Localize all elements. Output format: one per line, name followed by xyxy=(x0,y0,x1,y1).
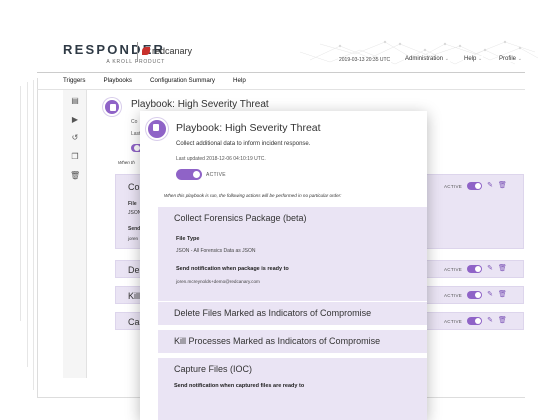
section-title: Collect Forensics Package (beta) xyxy=(174,213,307,223)
page-stack-edge xyxy=(27,82,28,367)
playbook-title: Playbook: High Severity Threat xyxy=(176,122,321,134)
playbook-icon xyxy=(103,98,121,116)
header-divider xyxy=(37,72,525,73)
playbook-detail-card: Playbook: High Severity Threat Collect a… xyxy=(140,111,427,420)
main-nav: Triggers Playbooks Configuration Summary… xyxy=(63,77,246,84)
document-icon[interactable]: ▤ xyxy=(70,96,80,106)
run-note: When this playbook is run, the following… xyxy=(164,193,342,198)
trash-icon[interactable]: 🗑 xyxy=(498,291,507,299)
section-title: Delete Files Marked as Indicators of Com… xyxy=(174,308,372,318)
menu-label: Profile xyxy=(499,56,517,62)
nav-triggers[interactable]: Triggers xyxy=(63,77,85,84)
active-label: ACTIVE xyxy=(444,266,463,272)
play-icon[interactable]: ▶ xyxy=(70,115,80,125)
nav-playbooks[interactable]: Playbooks xyxy=(103,77,132,84)
menu-profile[interactable]: Profile ⌄ xyxy=(498,56,523,62)
menu-help[interactable]: Help ⌄ xyxy=(463,56,484,62)
edit-icon[interactable]: ✎ xyxy=(487,182,493,190)
page-stack-edge xyxy=(33,80,34,390)
chevron-down-icon: ⌄ xyxy=(478,56,483,62)
trash-icon[interactable]: 🗑 xyxy=(70,171,80,181)
file-type-value: JSON - All Forensics Data as JSON xyxy=(176,248,256,254)
app-screen: RESPONDER A KROLL PRODUCT redcanary 2019… xyxy=(0,0,550,420)
back-description: Co xyxy=(131,119,138,125)
edit-icon[interactable]: ✎ xyxy=(487,317,493,325)
row-sub-label: File xyxy=(128,201,137,207)
row-sub-label: Send xyxy=(128,226,141,232)
menu-label: Help xyxy=(464,56,477,62)
section-title: Kill Processes Marked as Indicators of C… xyxy=(174,336,381,346)
active-toggle[interactable] xyxy=(467,317,483,325)
current-datetime: 2019-03-13 20:35 UTC xyxy=(338,57,392,63)
status-label: ACTIVE xyxy=(206,172,226,178)
active-toggle[interactable] xyxy=(467,291,483,299)
logo-subtext: A KROLL PRODUCT xyxy=(106,59,166,65)
active-label: ACTIVE xyxy=(444,292,463,298)
edit-icon[interactable]: ✎ xyxy=(487,291,493,299)
notify-label: Send notification when captured files ar… xyxy=(174,383,305,389)
back-when-note: When th xyxy=(118,160,135,165)
network-decoration xyxy=(300,40,539,65)
row-actions: ACTIVE ✎ 🗑 xyxy=(444,291,507,299)
trash-icon[interactable]: 🗑 xyxy=(498,317,507,325)
nav-divider xyxy=(37,89,525,90)
last-updated: Last updated 2018-12-06 04:10:19 UTC. xyxy=(176,156,266,162)
row-actions: ACTIVE ✎ 🗑 xyxy=(444,317,507,325)
notify-email: joren.mcreynolds+demo@redcanary.com xyxy=(176,279,260,284)
active-toggle[interactable] xyxy=(176,169,202,180)
row-actions: ACTIVE ✎ 🗑 xyxy=(444,182,507,190)
menu-administration[interactable]: Administration ⌄ xyxy=(404,56,450,62)
chevron-down-icon: ⌄ xyxy=(444,56,449,62)
section-kill-processes[interactable]: Kill Processes Marked as Indicators of C… xyxy=(158,330,427,354)
row-label: Kill xyxy=(128,291,141,301)
notify-label: Send notification when package is ready … xyxy=(176,266,289,272)
section-capture-files[interactable]: Capture Files (IOC) Send notification wh… xyxy=(158,358,427,420)
playbook-description: Collect additional data to inform incide… xyxy=(176,141,311,147)
file-type-label: File Type xyxy=(176,236,200,242)
logo-divider xyxy=(137,42,138,62)
trash-icon[interactable]: 🗑 xyxy=(498,265,507,273)
copy-icon[interactable]: ❐ xyxy=(70,152,80,162)
nav-configuration-summary[interactable]: Configuration Summary xyxy=(150,77,215,84)
active-label: ACTIVE xyxy=(444,318,463,324)
partner-logo: redcanary xyxy=(142,46,192,56)
row-sub-value: joren xyxy=(128,236,139,241)
tool-sidebar: ▤ ▶ ↺ ❐ 🗑 xyxy=(63,90,87,378)
active-label: ACTIVE xyxy=(444,183,463,189)
history-icon[interactable]: ↺ xyxy=(70,133,80,143)
partner-logo-text: redcanary xyxy=(152,46,193,56)
section-collect-forensics[interactable]: Collect Forensics Package (beta) xyxy=(158,207,427,302)
active-toggle[interactable] xyxy=(467,265,483,273)
row-actions: ACTIVE ✎ 🗑 xyxy=(444,265,507,273)
chevron-down-icon: ⌄ xyxy=(517,56,522,62)
section-title: Capture Files (IOC) xyxy=(174,364,253,374)
menu-label: Administration xyxy=(405,56,444,62)
active-toggle[interactable] xyxy=(467,182,483,190)
playbook-icon xyxy=(146,118,168,140)
trash-icon[interactable]: 🗑 xyxy=(498,182,507,190)
section-delete-files[interactable]: Delete Files Marked as Indicators of Com… xyxy=(158,302,427,326)
back-playbook-title: Playbook: High Severity Threat xyxy=(131,99,269,110)
nav-help[interactable]: Help xyxy=(233,77,246,84)
edit-icon[interactable]: ✎ xyxy=(487,265,493,273)
page-stack-edge xyxy=(20,86,21,321)
bird-icon xyxy=(142,47,150,55)
